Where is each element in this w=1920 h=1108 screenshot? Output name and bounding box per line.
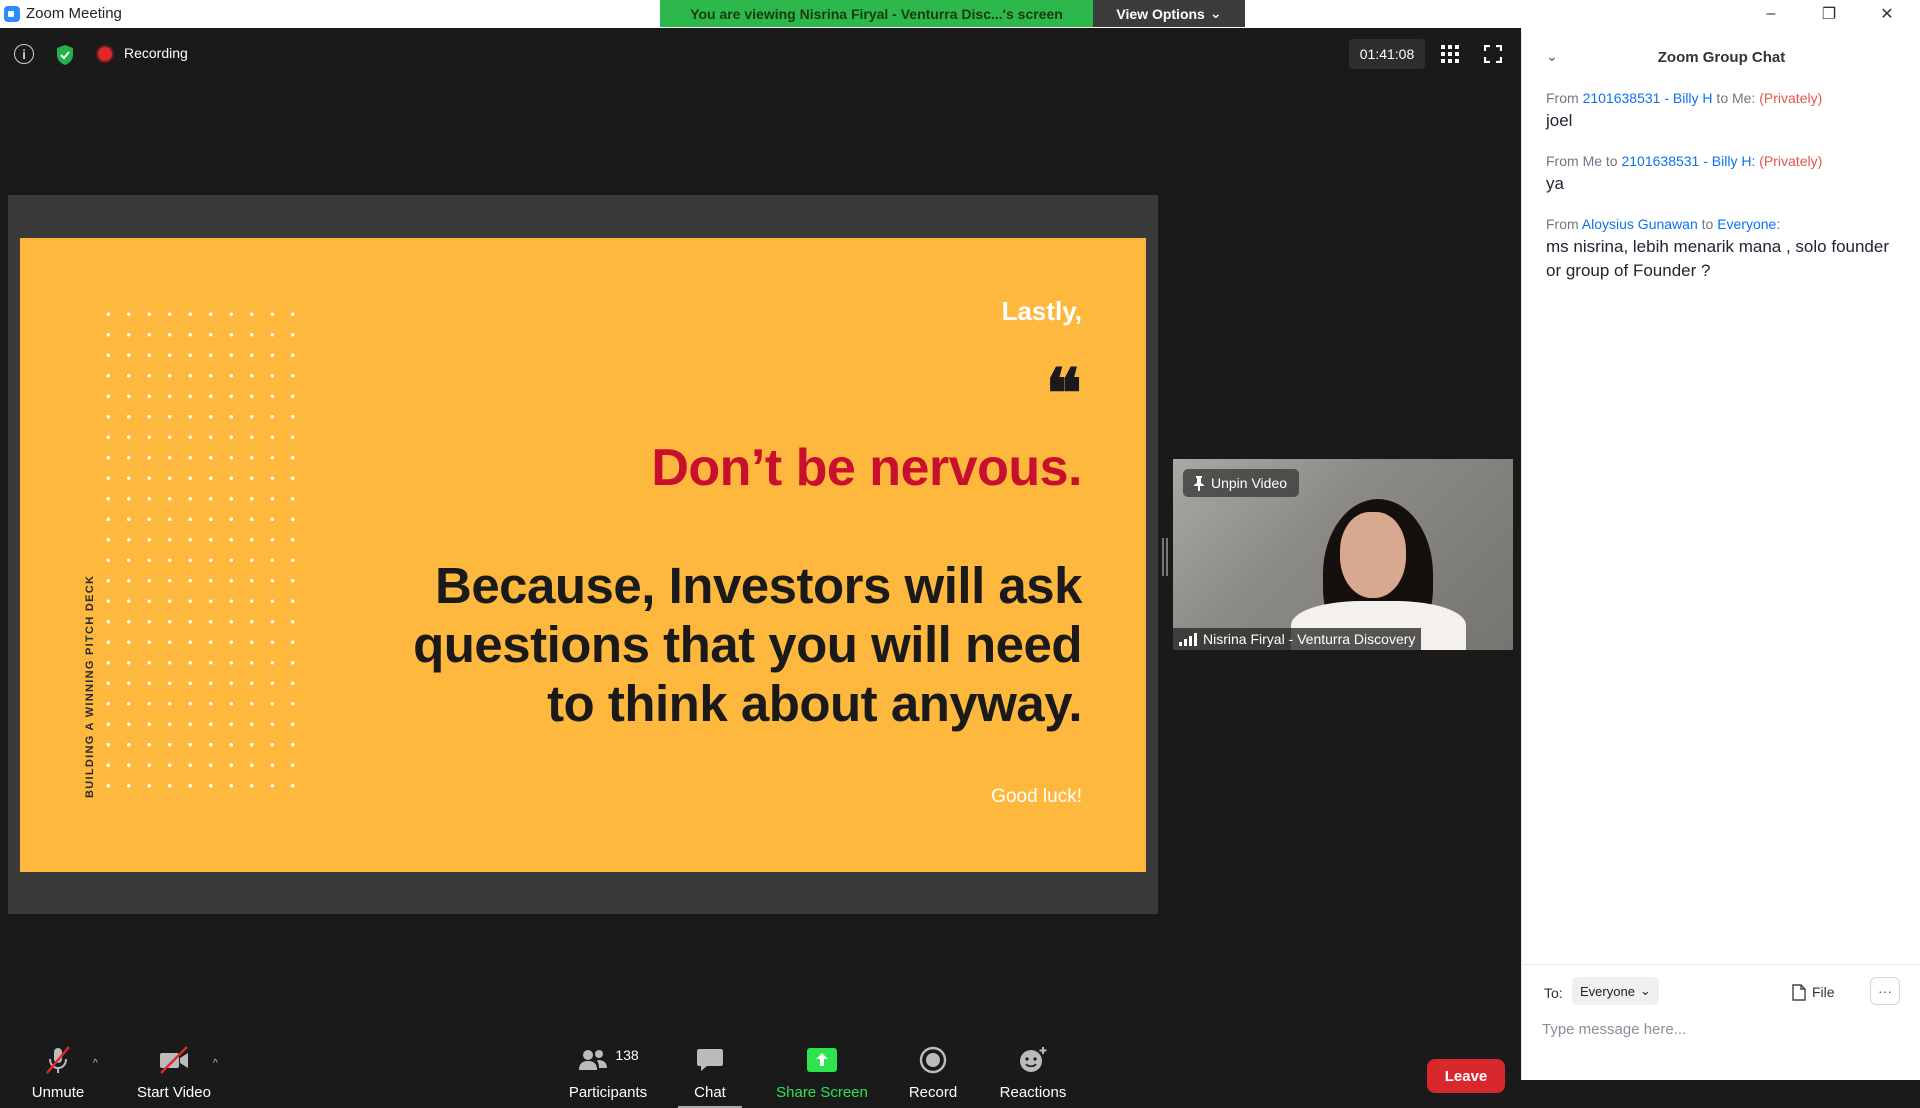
view-options-button[interactable]: View Options ⌄ xyxy=(1093,0,1245,27)
reactions-icon xyxy=(1020,1047,1047,1072)
participants-icon xyxy=(579,1050,608,1070)
message-recipient[interactable]: 2101638531 - Billy H: xyxy=(1621,153,1755,169)
more-options-button[interactable]: ··· xyxy=(1870,977,1900,1005)
chevron-down-icon: ⌄ xyxy=(1639,983,1651,998)
video-off-icon xyxy=(160,1046,188,1074)
participant-face xyxy=(1340,512,1406,598)
view-options-label: View Options xyxy=(1116,5,1205,22)
chat-panel: ⌄ Zoom Group Chat From 2101638531 - Bill… xyxy=(1521,28,1920,1080)
participants-button[interactable]: 138 Participants xyxy=(560,1034,656,1108)
close-button[interactable]: ✕ xyxy=(1858,0,1916,28)
recipient-select[interactable]: Everyone ⌄ xyxy=(1572,977,1659,1005)
to-label: to xyxy=(1712,90,1733,106)
record-button[interactable]: Record xyxy=(900,1034,966,1108)
recording-dot-icon xyxy=(98,47,112,61)
dot-pattern-decoration xyxy=(98,304,308,804)
muted-microphone-icon xyxy=(46,1046,70,1074)
from-label: From xyxy=(1546,90,1583,106)
file-icon xyxy=(1792,983,1806,1001)
zoom-app-icon xyxy=(4,6,20,22)
participants-count: 138 xyxy=(615,1047,639,1063)
audio-options-caret[interactable]: ^ xyxy=(93,1058,98,1069)
gallery-view-icon[interactable] xyxy=(1441,45,1459,63)
chat-message-text: ms nisrina, lebih menarik mana , solo fo… xyxy=(1546,237,1889,280)
chat-button[interactable]: Chat xyxy=(680,1034,740,1108)
pin-icon xyxy=(1194,476,1204,491)
chat-bubble-icon xyxy=(697,1049,723,1071)
to-label: to xyxy=(1697,216,1718,232)
chat-message-text: joel xyxy=(1546,111,1573,130)
chat-compose-area: To: Everyone ⌄ File ··· xyxy=(1522,964,1920,1080)
viewing-screen-text: You are viewing Nisrina Firyal - Venturr… xyxy=(690,5,1063,22)
message-sender[interactable]: Aloysius Gunawan xyxy=(1582,216,1698,232)
chat-message: From Aloysius Gunawan to Everyone: ms ni… xyxy=(1546,216,1906,283)
chat-message-meta: From Aloysius Gunawan to Everyone: xyxy=(1546,216,1906,232)
reactions-button[interactable]: Reactions xyxy=(992,1034,1074,1108)
shared-screen: BUILDING A WINNING PITCH DECK Lastly, ❝ … xyxy=(8,195,1158,914)
participant-video-tile[interactable]: Unpin Video Nisrina Firyal - Venturra Di… xyxy=(1173,459,1513,650)
to-label: To: xyxy=(1544,985,1563,1001)
chat-message: From Me to 2101638531 - Billy H: (Privat… xyxy=(1546,153,1906,196)
minimize-button[interactable]: – xyxy=(1742,0,1800,28)
file-button[interactable]: File xyxy=(1792,979,1835,1005)
panel-resize-handle[interactable] xyxy=(1162,538,1168,576)
slide-lastly: Lastly, xyxy=(1001,296,1082,326)
slide-body: Because, Investors will ask questions th… xyxy=(413,557,1082,732)
share-screen-icon xyxy=(807,1048,837,1072)
chat-message: From 2101638531 - Billy H to Me: (Privat… xyxy=(1546,90,1906,133)
chat-label: Chat xyxy=(694,1084,726,1101)
participants-label: Participants xyxy=(568,1084,648,1101)
recipient-select-value: Everyone xyxy=(1580,983,1635,999)
message-recipient[interactable]: Everyone: xyxy=(1717,216,1780,232)
shield-icon[interactable] xyxy=(55,44,75,66)
message-recipient: Me: xyxy=(1732,90,1756,106)
file-label: File xyxy=(1812,984,1835,1000)
chat-message-input[interactable] xyxy=(1542,1015,1902,1043)
chat-message-meta: From 2101638531 - Billy H to Me: (Privat… xyxy=(1546,90,1906,106)
presentation-slide: BUILDING A WINNING PITCH DECK Lastly, ❝ … xyxy=(20,238,1146,872)
viewing-screen-banner: You are viewing Nisrina Firyal - Venturr… xyxy=(660,0,1093,27)
slide-footer: Good luck! xyxy=(991,786,1082,807)
participant-name-bar: Nisrina Firyal - Venturra Discovery xyxy=(1173,628,1422,650)
slide-headline: Don’t be nervous. xyxy=(651,439,1082,497)
meeting-timer: 01:41:08 xyxy=(1349,39,1425,69)
share-screen-label: Share Screen xyxy=(776,1084,868,1101)
unpin-video-label: Unpin Video xyxy=(1211,475,1288,491)
from-label: From xyxy=(1546,216,1582,232)
fullscreen-icon[interactable] xyxy=(1484,45,1502,63)
record-label: Record xyxy=(908,1084,958,1101)
unmute-label: Unmute xyxy=(31,1084,85,1101)
unpin-video-button[interactable]: Unpin Video xyxy=(1183,469,1300,497)
start-video-button[interactable]: Start Video xyxy=(128,1034,220,1108)
slide-vertical-label: BUILDING A WINNING PITCH DECK xyxy=(84,574,96,798)
chevron-down-icon: ⌄ xyxy=(1209,5,1222,21)
message-sender: Me xyxy=(1582,153,1603,169)
quote-icon: ❝ xyxy=(1045,354,1082,434)
start-video-label: Start Video xyxy=(137,1084,211,1101)
chat-message-text: ya xyxy=(1546,174,1564,193)
private-badge: (Privately) xyxy=(1759,153,1823,169)
signal-strength-icon xyxy=(1179,632,1197,646)
reactions-label: Reactions xyxy=(999,1084,1067,1101)
record-icon xyxy=(919,1046,947,1074)
info-icon[interactable]: i xyxy=(14,44,34,64)
meeting-area: i Recording 01:41:08 BUILDING A WINNING … xyxy=(0,28,1521,1108)
private-badge: (Privately) xyxy=(1759,90,1823,106)
chat-message-meta: From Me to 2101638531 - Billy H: (Privat… xyxy=(1546,153,1906,169)
recording-label: Recording xyxy=(124,45,188,61)
message-sender[interactable]: 2101638531 - Billy H xyxy=(1583,90,1713,106)
leave-button[interactable]: Leave xyxy=(1427,1059,1505,1093)
participant-name: Nisrina Firyal - Venturra Discovery xyxy=(1203,631,1416,647)
from-label: From xyxy=(1546,153,1583,169)
restore-button[interactable]: ❐ xyxy=(1800,0,1858,28)
meeting-toolbar: Unmute ^ Start Video ^ 138 Participants … xyxy=(0,1034,1521,1108)
window-title: Zoom Meeting xyxy=(26,5,122,22)
to-label: to xyxy=(1602,153,1622,169)
video-options-caret[interactable]: ^ xyxy=(213,1058,218,1069)
share-screen-button[interactable]: Share Screen xyxy=(768,1034,876,1108)
unmute-button[interactable]: Unmute xyxy=(22,1034,94,1108)
chat-title: Zoom Group Chat xyxy=(1657,48,1786,66)
